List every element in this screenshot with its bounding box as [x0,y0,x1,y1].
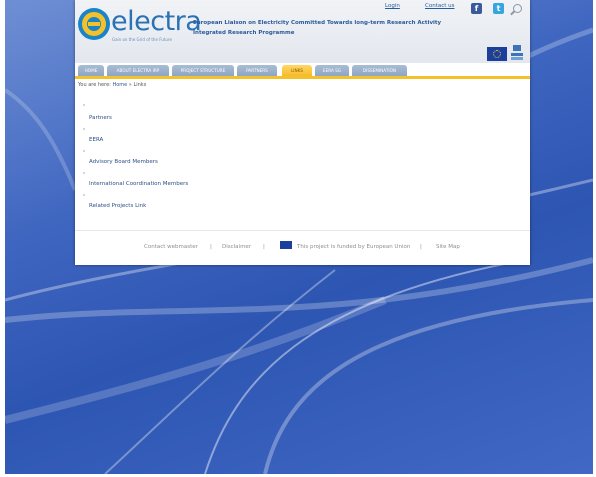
tab-partners[interactable]: PARTNERS [237,65,277,76]
fp7-icon [511,45,523,61]
link-partners[interactable]: Partners [89,115,112,121]
site-tagline-line2: Integrated Research Programme [193,30,295,36]
site-footer: Contact webmaster | Disclaimer | This pr… [75,244,530,254]
link-advisory-board-members[interactable]: Advisory Board Members [89,159,158,165]
site-tagline-line1: European Liaison on Electricity Committe… [193,20,442,26]
footer-divider [75,230,530,231]
disclaimer-link[interactable]: Disclaimer [222,244,251,250]
breadcrumb-separator: » [128,82,132,88]
electra-logo-icon[interactable] [78,8,110,40]
tab-project-structure[interactable]: PROJECT STRUCTURE [172,65,234,76]
tab-links[interactable]: LINKS [282,65,312,76]
search-icon[interactable] [513,4,522,13]
nav-underline [75,76,530,79]
site-map-link[interactable]: Site Map [436,244,460,250]
list-bullet [83,104,85,106]
link-eera[interactable]: EERA [89,137,103,143]
list-bullet [83,128,85,130]
breadcrumb-prefix: You are here: [78,82,111,88]
footer-separator: | [420,244,422,250]
login-link[interactable]: Login [385,3,400,9]
breadcrumb-current: Links [133,82,147,88]
link-related-projects[interactable]: Related Projects Link [89,203,146,209]
logo-tagline: Gain on the Grid of the Future [112,37,172,42]
eu-flag-icon [487,47,507,61]
list-bullet [83,150,85,152]
main-nav: HOME ABOUT ELECTRA IRP PROJECT STRUCTURE… [75,63,530,76]
tab-about-electra-irp[interactable]: ABOUT ELECTRA IRP [107,65,169,76]
eu-funded-text: This project is funded by European Union [297,244,411,250]
list-bullet [83,194,85,196]
tab-dissemination[interactable]: DISSEMINATION [352,65,407,76]
twitter-icon[interactable]: t [493,3,504,14]
facebook-icon[interactable]: f [471,3,482,14]
tab-eera-sg[interactable]: EERA SG [315,65,349,76]
breadcrumb-home-link[interactable]: Home [112,82,127,88]
footer-separator: | [210,244,212,250]
logo-text[interactable]: electra [111,6,202,37]
tab-home[interactable]: HOME [78,65,104,76]
link-international-coordination-members[interactable]: International Coordination Members [89,181,188,187]
footer-separator: | [263,244,265,250]
browser-page: electra Gain on the Grid of the Future E… [75,0,530,265]
contact-webmaster-link[interactable]: Contact webmaster [144,244,198,250]
list-bullet [83,172,85,174]
contact-us-link[interactable]: Contact us [425,3,455,9]
breadcrumb: You are here: Home » Links [78,82,146,88]
site-header: electra Gain on the Grid of the Future E… [75,0,530,63]
